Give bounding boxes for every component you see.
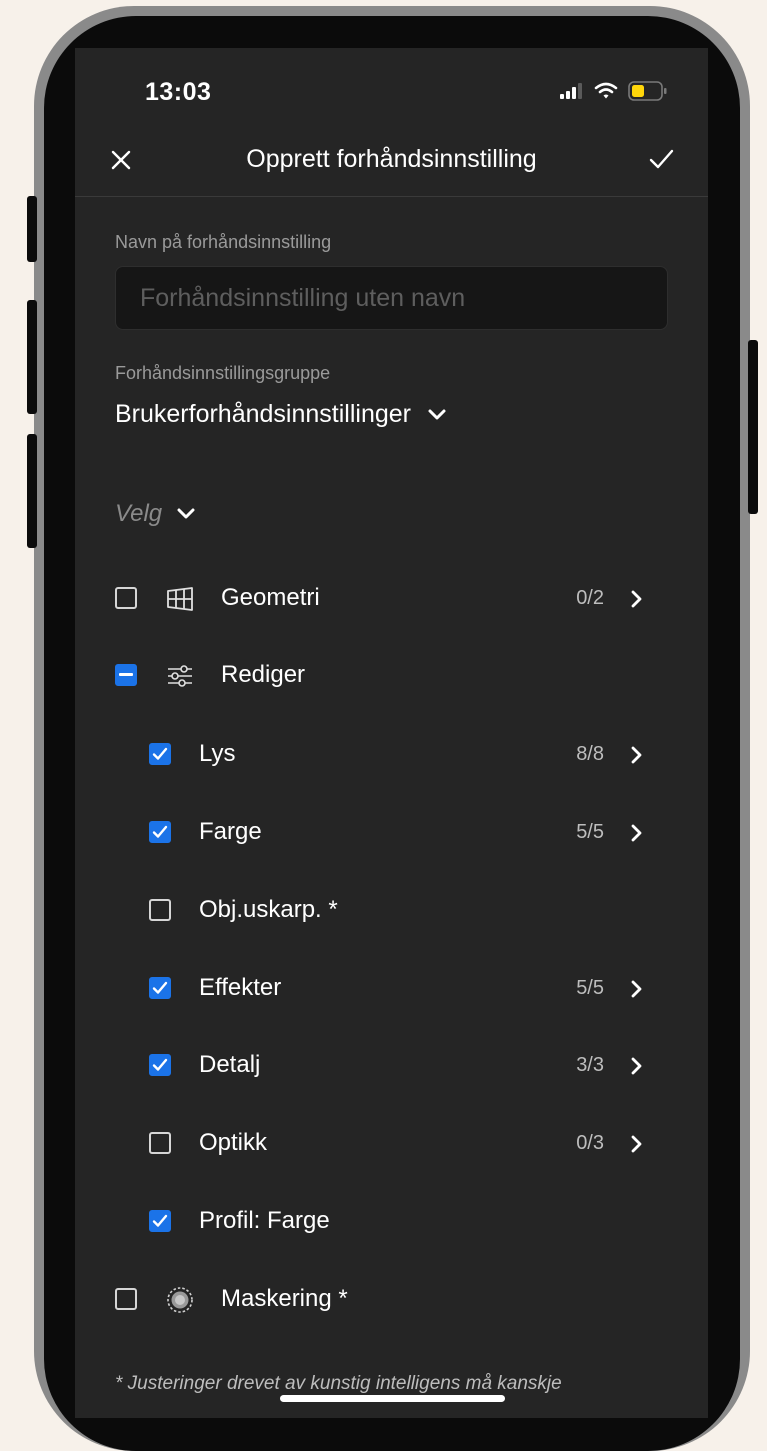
setting-count: 8/8: [576, 743, 604, 765]
confirm-checkmark-icon[interactable]: [646, 144, 676, 174]
home-indicator[interactable]: [280, 1395, 505, 1402]
setting-label: Profil: Farge: [199, 1207, 330, 1234]
setting-label: Maskering *: [221, 1285, 348, 1312]
setting-label: Detalj: [199, 1051, 261, 1078]
setting-label: Rediger: [221, 661, 306, 688]
checkbox-checked[interactable]: [149, 1210, 171, 1232]
phone-action-button: [27, 196, 37, 262]
setting-row-farge[interactable]: Farge 5/5: [75, 809, 708, 859]
checkmark-icon: [152, 825, 168, 838]
chevron-right-icon[interactable]: [630, 745, 644, 765]
checkmark-icon: [152, 981, 168, 994]
checkmark-icon: [152, 747, 168, 760]
preset-group-label: Forhåndsinnstillingsgruppe: [115, 363, 331, 383]
wifi-icon: [594, 82, 618, 99]
chevron-right-icon[interactable]: [630, 979, 644, 999]
setting-row-profil-farge[interactable]: Profil: Farge: [75, 1198, 708, 1248]
battery-icon: [628, 81, 667, 101]
chevron-right-icon[interactable]: [630, 1134, 644, 1154]
select-label: Velg: [115, 500, 163, 527]
setting-row-detalj[interactable]: Detalj 3/3: [75, 1042, 708, 1092]
page-title: Opprett forhåndsinnstilling: [246, 145, 537, 173]
checkbox-checked[interactable]: [149, 821, 171, 843]
select-dropdown[interactable]: Velg: [115, 500, 196, 528]
setting-count: 5/5: [576, 821, 604, 843]
setting-label: Effekter: [199, 974, 282, 1001]
setting-row-rediger[interactable]: Rediger: [75, 652, 708, 702]
setting-count: 0/3: [576, 1132, 604, 1154]
preset-group-dropdown[interactable]: Brukerforhåndsinnstillinger: [115, 400, 447, 429]
ai-footnote: * Justeringer drevet av kunstig intellig…: [115, 1373, 562, 1394]
sliders-icon: [168, 665, 192, 687]
checkbox-partial[interactable]: [115, 664, 137, 686]
setting-row-optikk[interactable]: Optikk 0/3: [75, 1120, 708, 1170]
checkmark-icon: [152, 1214, 168, 1227]
partial-dash-icon: [119, 673, 133, 676]
setting-label: Farge: [199, 818, 262, 845]
status-time: 13:03: [145, 78, 212, 106]
setting-row-obj-uskarp[interactable]: Obj.uskarp. *: [75, 887, 708, 937]
checkbox[interactable]: [115, 1288, 137, 1310]
phone-power-button: [748, 340, 758, 514]
setting-label: Lys: [199, 740, 236, 767]
setting-label: Optikk: [199, 1129, 268, 1156]
preset-name-input[interactable]: Forhåndsinnstilling uten navn: [115, 266, 668, 330]
chevron-right-icon[interactable]: [630, 823, 644, 843]
nav-divider: [75, 196, 708, 197]
setting-label: Geometri: [221, 584, 320, 611]
setting-row-effekter[interactable]: Effekter 5/5: [75, 965, 708, 1015]
app-screen: 13:03 Opprett forhåndsinnstilling Navn p…: [75, 48, 708, 1418]
setting-count: 5/5: [576, 977, 604, 999]
status-icons: [560, 81, 668, 101]
chevron-right-icon[interactable]: [630, 1056, 644, 1076]
preset-name-label: Navn på forhåndsinnstilling: [115, 232, 332, 252]
preset-group-value: Brukerforhåndsinnstillinger: [115, 400, 411, 428]
signal-icon: [560, 83, 582, 99]
masking-icon: [167, 1287, 193, 1313]
checkbox[interactable]: [149, 1132, 171, 1154]
setting-count: 3/3: [576, 1054, 604, 1076]
chevron-down-icon: [177, 508, 195, 519]
setting-count: 0/2: [576, 587, 604, 609]
setting-row-geometri[interactable]: Geometri 0/2: [75, 575, 708, 625]
setting-label: Obj.uskarp. *: [199, 896, 338, 923]
setting-row-maskering[interactable]: Maskering *: [75, 1276, 708, 1326]
phone-volume-down-button: [27, 434, 37, 548]
setting-row-lys[interactable]: Lys 8/8: [75, 731, 708, 781]
checkbox-checked[interactable]: [149, 1054, 171, 1076]
checkbox[interactable]: [149, 899, 171, 921]
checkmark-icon: [152, 1058, 168, 1071]
phone-volume-up-button: [27, 300, 37, 414]
checkbox[interactable]: [115, 587, 137, 609]
checkbox-checked[interactable]: [149, 743, 171, 765]
geometry-grid-icon: [167, 587, 193, 611]
chevron-down-icon: [428, 409, 446, 419]
chevron-right-icon[interactable]: [630, 589, 644, 609]
checkbox-checked[interactable]: [149, 977, 171, 999]
